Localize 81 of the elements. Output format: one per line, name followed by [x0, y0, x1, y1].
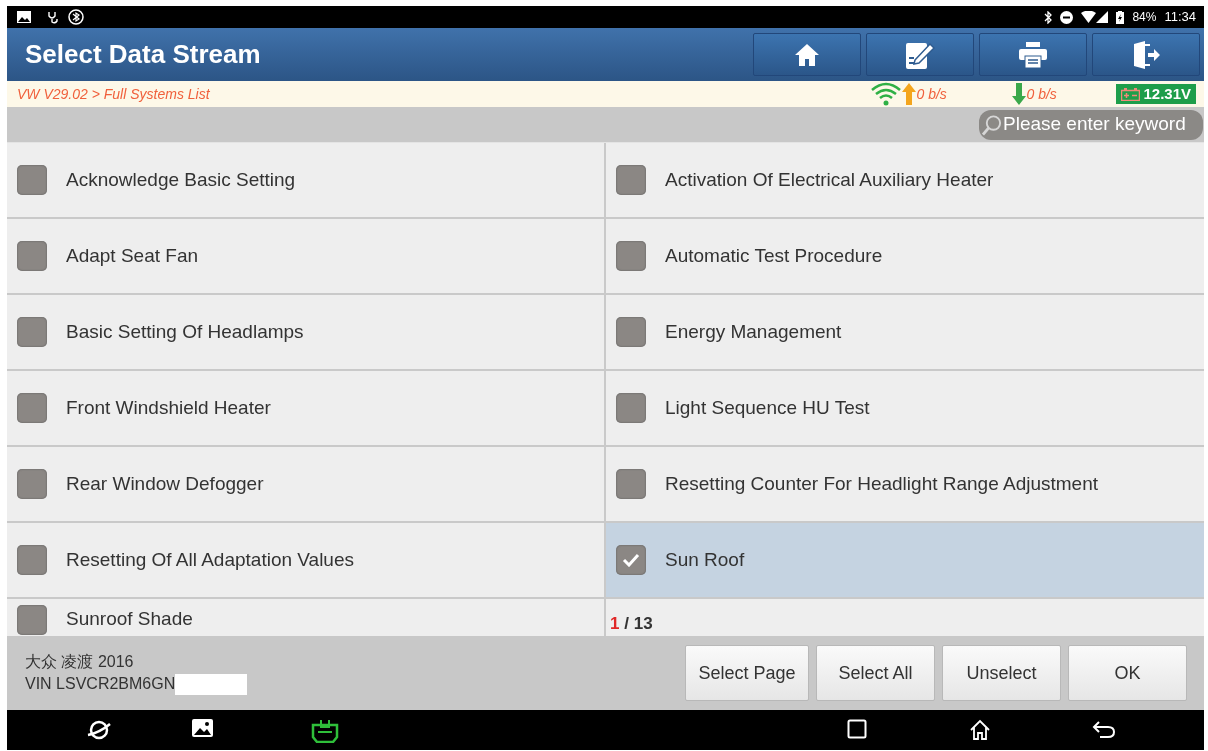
stream-list-item[interactable]: Resetting Counter For Headlight Range Adjustment: [606, 447, 1204, 521]
stream-list-item[interactable]: Activation Of Electrical Auxiliary Heater: [606, 143, 1204, 217]
stream-list-item[interactable]: Sun Roof: [606, 523, 1204, 597]
stream-list-item[interactable]: Adapt Seat Fan: [7, 219, 604, 293]
item-label: Resetting Of All Adaptation Values: [66, 547, 354, 572]
voltage-badge: 12.31V: [1116, 84, 1196, 104]
stream-list-item[interactable]: Light Sequence HU Test: [606, 371, 1204, 445]
item-label: Front Windshield Heater: [66, 395, 271, 420]
car-battery-icon: [1121, 87, 1141, 101]
checkbox[interactable]: [616, 469, 646, 499]
stream-list-item[interactable]: Resetting Of All Adaptation Values: [7, 523, 604, 597]
item-label: Basic Setting Of Headlamps: [66, 319, 304, 344]
item-label: Automatic Test Procedure: [665, 243, 883, 268]
stethoscope-icon: [47, 10, 60, 24]
vin-number: VIN LSVCR2BM6GN: [25, 674, 176, 694]
download-arrow-icon: [1012, 83, 1027, 105]
checkbox[interactable]: [17, 317, 47, 347]
bluetooth-icon: [68, 9, 84, 25]
search-icon: [982, 113, 1003, 136]
stream-list-item[interactable]: Acknowledge Basic Setting: [7, 143, 604, 217]
action-button[interactable]: Unselect: [942, 645, 1061, 701]
checkbox[interactable]: [17, 393, 47, 423]
action-button[interactable]: Select All: [816, 645, 935, 701]
checkbox[interactable]: [17, 241, 47, 271]
vehicle-name: 大众 凌渡 2016: [25, 652, 134, 672]
wifi-icon: [870, 82, 903, 106]
vci-connector-icon[interactable]: [309, 719, 341, 743]
battery-icon: [1116, 10, 1125, 24]
gallery-icon[interactable]: [192, 719, 213, 737]
checkbox[interactable]: [616, 241, 646, 271]
item-label: Activation Of Electrical Auxiliary Heater: [665, 167, 994, 192]
checkbox[interactable]: [17, 605, 47, 635]
action-button[interactable]: Select Page: [685, 645, 809, 701]
item-label: Sunroof Shade: [66, 607, 193, 631]
stream-list-item[interactable]: Basic Setting Of Headlamps: [7, 295, 604, 369]
item-label: Adapt Seat Fan: [66, 243, 199, 268]
home-button[interactable]: [753, 33, 861, 76]
wifi-icon: [1081, 11, 1097, 23]
edit-button[interactable]: [866, 33, 974, 76]
checkbox[interactable]: [17, 165, 47, 195]
item-label: Resetting Counter For Headlight Range Adjustment: [665, 471, 1099, 496]
item-label: Energy Management: [665, 319, 842, 344]
checkbox[interactable]: [616, 545, 646, 575]
checkbox[interactable]: [616, 165, 646, 195]
signal-icon: [1096, 11, 1109, 23]
stream-list-item[interactable]: Energy Management: [606, 295, 1204, 369]
upload-rate: 0 b/s: [916, 84, 948, 104]
stream-list-item[interactable]: Front Windshield Heater: [7, 371, 604, 445]
item-label: Rear Window Defogger: [66, 471, 264, 496]
item-label: Light Sequence HU Test: [665, 395, 870, 420]
checkbox[interactable]: [616, 393, 646, 423]
back-icon[interactable]: [1092, 719, 1116, 739]
page-indicator: 1 / 13: [610, 613, 653, 635]
printer-icon: [1019, 41, 1047, 68]
search-field[interactable]: Please enter keyword: [979, 109, 1203, 140]
browser-icon[interactable]: [87, 719, 111, 741]
checkbox[interactable]: [616, 317, 646, 347]
checkbox[interactable]: [17, 545, 47, 575]
recent-apps-icon[interactable]: [847, 719, 867, 739]
action-button[interactable]: OK: [1068, 645, 1187, 701]
stream-list-item[interactable]: Automatic Test Procedure: [606, 219, 1204, 293]
checkmark-icon: [622, 553, 640, 567]
exit-door-icon: [1132, 40, 1160, 69]
home-icon[interactable]: [969, 719, 991, 741]
battery-percent: 84%: [1132, 9, 1157, 26]
home-icon: [794, 42, 820, 67]
image-icon: [17, 11, 31, 23]
do-not-disturb-icon: [1060, 10, 1074, 24]
download-rate: 0 b/s: [1026, 84, 1058, 104]
stream-list-item[interactable]: Sunroof Shade: [7, 599, 604, 636]
print-button[interactable]: [979, 33, 1087, 76]
screen-title: Select Data Stream: [25, 38, 262, 71]
upload-arrow-icon: [902, 83, 917, 105]
clock-time: 11:34: [1164, 8, 1196, 27]
stream-list-item[interactable]: Rear Window Defogger: [7, 447, 604, 521]
item-label: Acknowledge Basic Setting: [66, 167, 296, 192]
checkbox[interactable]: [17, 469, 47, 499]
exit-button[interactable]: [1092, 33, 1200, 76]
bluetooth-icon: [1044, 10, 1053, 24]
item-label: Sun Roof: [665, 547, 745, 572]
breadcrumb-path: VW V29.02 > Full Systems List: [17, 84, 211, 104]
